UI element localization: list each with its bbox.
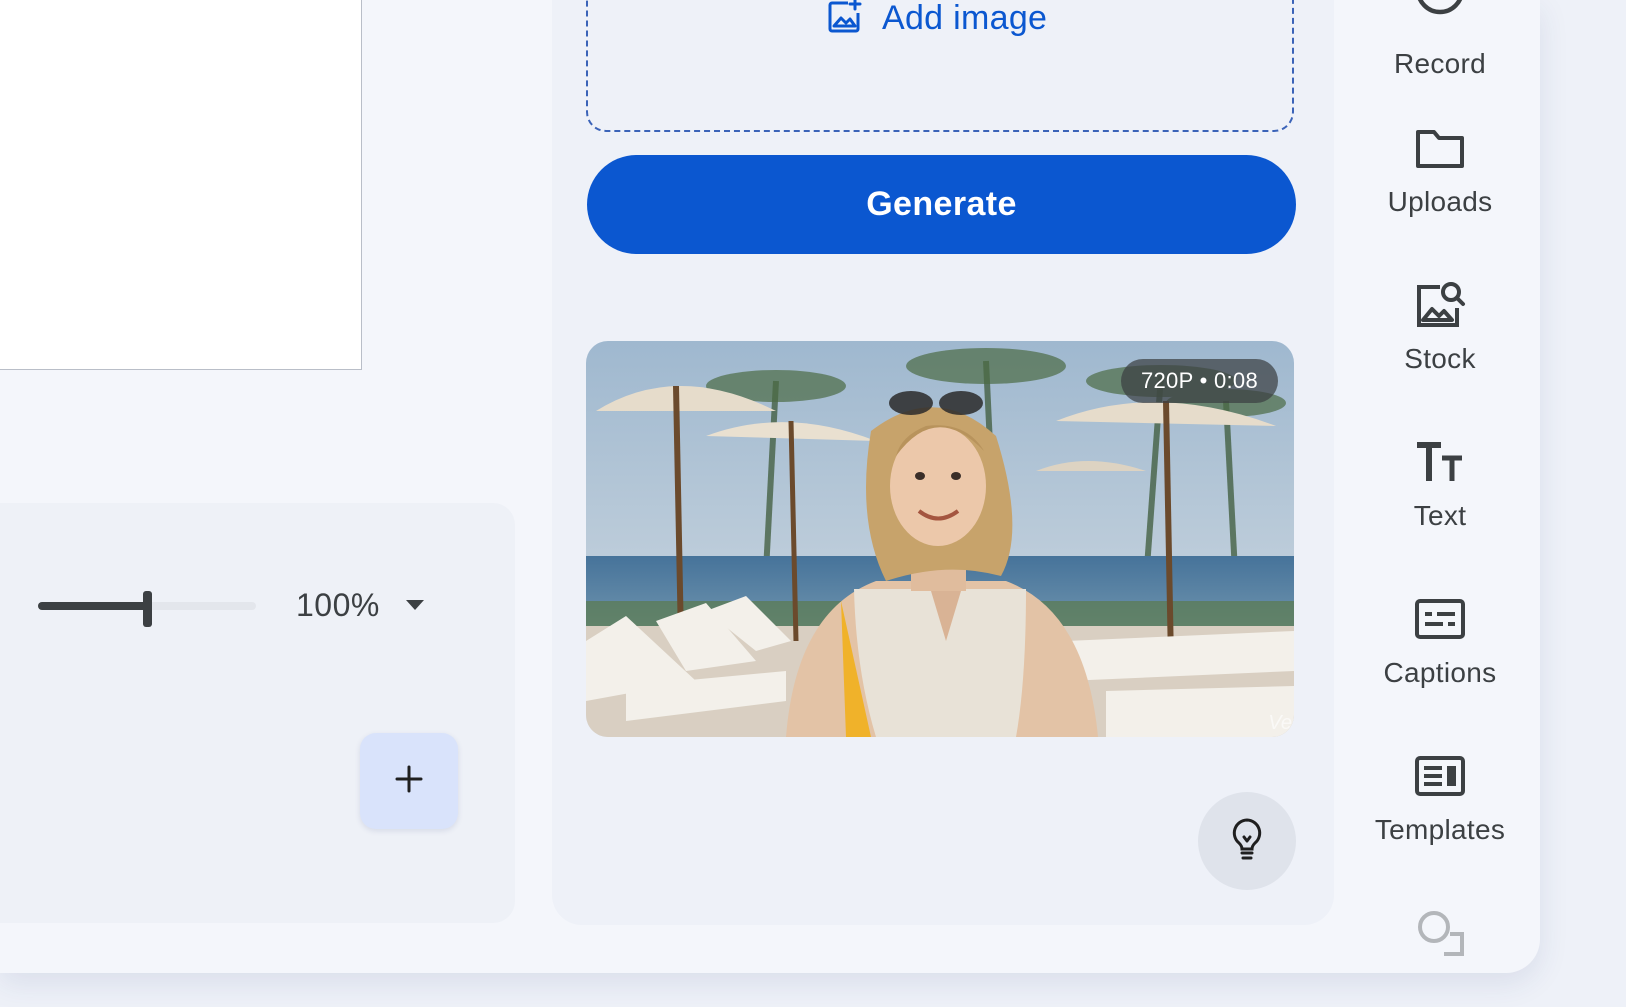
add-image-button[interactable]: Add image (826, 0, 1047, 40)
video-watermark: Ve (1268, 712, 1292, 734)
captions-icon (1412, 591, 1468, 647)
plus-icon (395, 765, 423, 798)
templates-icon (1412, 748, 1468, 804)
rail-item-record[interactable]: Record (1365, 0, 1515, 80)
text-icon (1412, 434, 1468, 490)
rail-item-text-label: Text (1413, 500, 1467, 531)
rail-item-captions-label: Captions (1383, 657, 1497, 688)
lightbulb-icon (1229, 817, 1265, 866)
timeline-controls-panel: 100% (0, 503, 515, 923)
shapes-icon (1412, 905, 1468, 961)
rail-item-stock[interactable]: Stock (1365, 277, 1515, 375)
rail-item-stock-label: Stock (1404, 343, 1476, 374)
rail-item-record-label: Record (1393, 48, 1487, 79)
video-resolution-duration-badge: 720P • 0:08 (1120, 359, 1278, 403)
generate-button[interactable]: Generate (587, 155, 1296, 254)
rail-item-templates[interactable]: Templates (1365, 748, 1515, 846)
chevron-down-icon (405, 600, 424, 610)
stock-image-search-icon (1412, 277, 1468, 333)
zoom-slider[interactable] (38, 591, 256, 627)
rail-item-shapes[interactable] (1365, 905, 1515, 961)
rail-item-templates-label: Templates (1374, 814, 1506, 845)
add-scene-button[interactable] (360, 733, 458, 829)
folder-icon (1412, 120, 1468, 176)
zoom-slider-fill (38, 602, 147, 610)
record-icon (1412, 0, 1468, 38)
generated-video-thumbnail[interactable]: 720P • 0:08 Ve (586, 341, 1294, 737)
add-image-icon (826, 0, 864, 40)
zoom-level-dropdown[interactable]: 100% (296, 583, 424, 627)
rail-item-uploads-label: Uploads (1387, 186, 1493, 217)
rail-item-uploads[interactable]: Uploads (1365, 120, 1515, 218)
zoom-level-value: 100% (296, 586, 380, 623)
ideas-button[interactable] (1198, 792, 1296, 890)
add-image-label: Add image (882, 0, 1048, 37)
canvas-page[interactable] (0, 0, 362, 370)
rail-item-captions[interactable]: Captions (1365, 591, 1515, 689)
rail-item-text[interactable]: Text (1365, 434, 1515, 532)
zoom-slider-thumb[interactable] (143, 591, 152, 627)
add-image-dropzone[interactable]: Add image (586, 0, 1294, 132)
